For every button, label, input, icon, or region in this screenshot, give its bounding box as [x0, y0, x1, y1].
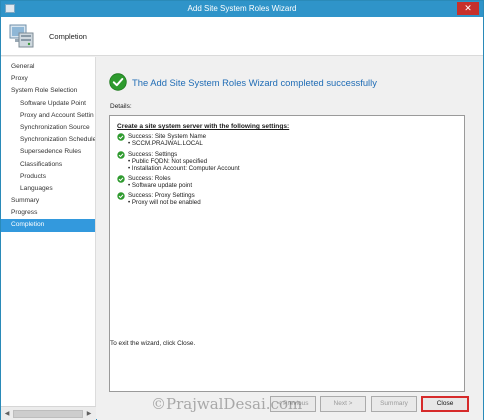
computer-wizard-icon — [9, 24, 34, 48]
wizard-window: Add Site System Roles Wizard ✕ Completio… — [0, 0, 484, 420]
success-check-icon — [117, 175, 125, 183]
details-label: Details: — [110, 103, 132, 110]
result-label: Success: Proxy Settings — [128, 192, 195, 199]
title-bar: Add Site System Roles Wizard ✕ — [1, 1, 483, 17]
wizard-steps-sidebar: General Proxy System Role Selection Soft… — [1, 57, 96, 406]
scrollbar-thumb[interactable] — [13, 410, 83, 418]
summary-button[interactable]: Summary — [371, 396, 417, 412]
nav-item-languages[interactable]: Languages — [1, 183, 95, 195]
nav-item-supersedence-rules[interactable]: Supersedence Rules — [1, 146, 95, 158]
nav-item-products[interactable]: Products — [1, 171, 95, 183]
wizard-header: Completion — [1, 17, 483, 56]
nav-item-general[interactable]: General — [1, 61, 95, 73]
window-close-button[interactable]: ✕ — [457, 2, 479, 15]
nav-item-proxy[interactable]: Proxy — [1, 73, 95, 85]
nav-item-synchronization-source[interactable]: Synchronization Source — [1, 122, 95, 134]
success-checkmark-icon — [109, 73, 127, 91]
details-textbox[interactable]: Create a site system server with the fol… — [109, 115, 465, 392]
nav-item-completion[interactable]: Completion — [1, 219, 95, 232]
details-heading: Create a site system server with the fol… — [117, 123, 290, 130]
result-detail: • Installation Account: Computer Account — [128, 165, 240, 172]
wizard-main-panel: The Add Site System Roles Wizard complet… — [97, 57, 483, 420]
result-detail: • Software update point — [128, 182, 193, 189]
nav-item-proxy-account-settings[interactable]: Proxy and Account Settin — [1, 110, 95, 122]
nav-item-synchronization-schedule[interactable]: Synchronization Schedule — [1, 134, 95, 146]
sidebar-horizontal-scrollbar[interactable]: ◀ ▶ — [1, 406, 96, 420]
result-detail: • SCCM.PRAJWAL.LOCAL — [128, 140, 203, 147]
next-button[interactable]: Next > — [320, 396, 366, 412]
nav-item-classifications[interactable]: Classifications — [1, 159, 95, 171]
result-detail: • Proxy will not be enabled — [128, 199, 201, 206]
result-detail: • Public FQDN: Not specified — [128, 158, 208, 165]
success-title: The Add Site System Roles Wizard complet… — [132, 77, 377, 88]
nav-item-progress[interactable]: Progress — [1, 207, 95, 219]
success-check-icon — [117, 133, 125, 141]
success-check-icon — [117, 151, 125, 159]
exit-instructions: To exit the wizard, click Close. — [110, 340, 196, 347]
nav-item-software-update-point[interactable]: Software Update Point — [1, 98, 95, 110]
watermark-text: ©PrajwalDesai.com — [151, 395, 303, 413]
result-label: Success: Roles — [128, 175, 171, 182]
nav-item-system-role-selection[interactable]: System Role Selection — [1, 85, 95, 97]
page-title: Completion — [49, 32, 87, 41]
scroll-right-arrow-icon[interactable]: ▶ — [85, 410, 93, 418]
close-button[interactable]: Close — [421, 396, 469, 412]
nav-item-summary[interactable]: Summary — [1, 195, 95, 207]
scroll-left-arrow-icon[interactable]: ◀ — [3, 410, 11, 418]
result-label: Success: Site System Name — [128, 133, 207, 140]
success-check-icon — [117, 192, 125, 200]
result-label: Success: Settings — [128, 151, 178, 158]
window-title: Add Site System Roles Wizard — [187, 4, 297, 13]
